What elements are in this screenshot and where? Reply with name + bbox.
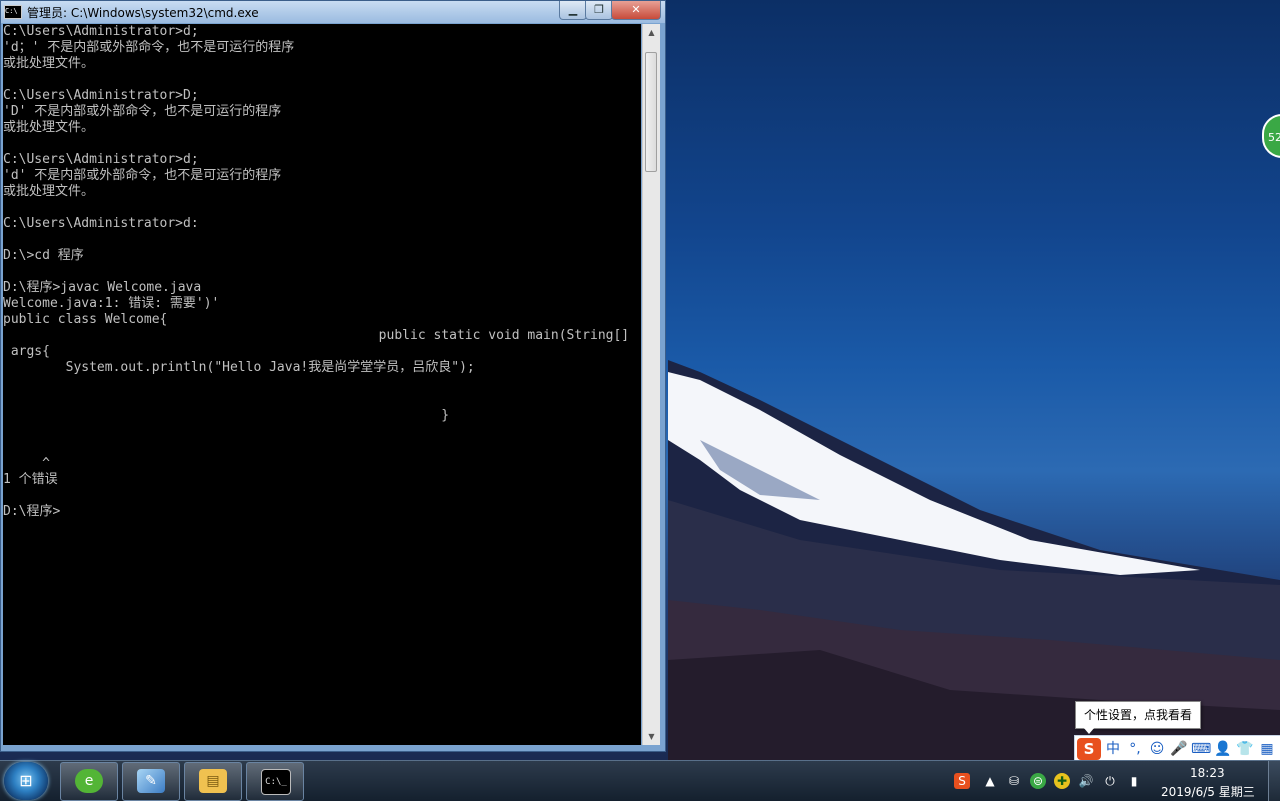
taskbar-app-file-explorer[interactable]: ▤ [184, 762, 242, 801]
scroll-up-arrow-icon[interactable]: ▲ [643, 24, 660, 41]
punctuation-toggle[interactable]: °, [1125, 739, 1145, 759]
console-line: 或批处理文件。 [3, 184, 95, 199]
voice-input-icon[interactable]: 🎤 [1169, 739, 1189, 759]
clock-date[interactable]: 2019/6/5 星期三 [1161, 783, 1255, 800]
console-line: 或批处理文件。 [3, 56, 95, 71]
console-line: 或批处理文件。 [3, 120, 95, 135]
console-line: args{ [3, 344, 50, 359]
console-line: } [3, 408, 450, 423]
network-adapter-icon[interactable]: ⛁ [1006, 773, 1022, 789]
console-line: D:\>cd 程序 [3, 248, 84, 263]
console-line: D:\程序> [3, 504, 61, 519]
toolbox-icon[interactable]: ▦ [1257, 739, 1277, 759]
emoji-icon[interactable]: ☺ [1147, 739, 1167, 759]
keyboard-icon[interactable]: ⌨ [1191, 739, 1211, 759]
console-line: C:\Users\Administrator>d: [3, 216, 199, 231]
scrollbar-thumb[interactable] [645, 52, 657, 172]
console-line: 'd；' 不是内部或外部命令，也不是可运行的程序 [3, 40, 295, 55]
minimize-button[interactable]: ▁ [559, 1, 587, 20]
cmd-icon: C:\ [4, 5, 22, 19]
taskbar-app-cmd[interactable]: C:\_ [246, 762, 304, 801]
taskbar-app-360-browser[interactable]: e [60, 762, 118, 801]
tooltip-pointer [1083, 727, 1095, 734]
close-button[interactable]: ✕ [611, 1, 661, 20]
console-line: public class Welcome{ [3, 312, 168, 327]
notepad-icon: ✎ [137, 769, 165, 793]
console-line: Welcome.java:1: 错误: 需要')' [3, 296, 220, 311]
start-button[interactable]: ⊞ [4, 762, 48, 800]
folder-icon: ▤ [199, 769, 227, 793]
restore-button[interactable]: ❐ [585, 1, 613, 20]
console-line: ^ [3, 456, 50, 471]
network-signal-icon[interactable]: ▮ [1126, 773, 1142, 789]
console-line: 1 个错误 [3, 472, 58, 487]
console-lines: C:\Users\Administrator>d;'d；' 不是内部或外部命令，… [3, 24, 641, 520]
console-line: D:\程序>javac Welcome.java [3, 280, 202, 295]
volume-icon[interactable]: 🔊 [1078, 773, 1094, 789]
clock-time[interactable]: 18:23 [1190, 766, 1225, 780]
360-browser-icon: e [75, 769, 103, 793]
cmd-window: C:\ 管理员: C:\Windows\system32\cmd.exe ▁ ❐… [0, 0, 666, 752]
ime-mode-toggle[interactable]: 中 [1103, 739, 1123, 759]
sogou-logo-icon[interactable]: S [1077, 738, 1101, 760]
console-line: C:\Users\Administrator>d; [3, 24, 199, 39]
window-title: 管理员: C:\Windows\system32\cmd.exe [27, 5, 259, 20]
show-hidden-icons-icon[interactable]: ▲ [982, 773, 998, 789]
console-line: C:\Users\Administrator>D; [3, 88, 199, 103]
vertical-scrollbar[interactable]: ▲ ▼ [642, 24, 660, 745]
user-icon[interactable]: 👤 [1213, 739, 1233, 759]
cmd-icon: C:\_ [261, 769, 291, 795]
console-line: 'D' 不是内部或外部命令，也不是可运行的程序 [3, 104, 282, 119]
sogou-tray-icon[interactable]: S [954, 773, 970, 789]
ime-tooltip: 个性设置，点我看看 [1075, 701, 1201, 729]
console-line: C:\Users\Administrator>d; [3, 152, 199, 167]
ime-toolbar: S 中 °, ☺ 🎤 ⌨ 👤 👕 ▦ [1074, 735, 1280, 763]
scroll-down-arrow-icon[interactable]: ▼ [643, 728, 660, 745]
console-line: 'd' 不是内部或外部命令，也不是可运行的程序 [3, 168, 282, 183]
taskbar: ⊞ e ✎ ▤ C:\_ S ▲ ⛁ ⊜ ✚ 🔊 ⏻ ▮ 18:23 2019/… [0, 760, 1280, 801]
360-guard-icon[interactable]: ⊜ [1030, 773, 1046, 789]
show-desktop-button[interactable] [1268, 761, 1280, 801]
360-plus-icon[interactable]: ✚ [1054, 773, 1070, 789]
console-output[interactable]: C:\Users\Administrator>d;'d；' 不是内部或外部命令，… [3, 24, 641, 745]
console-line: public static void main(String[] [3, 328, 630, 343]
console-line: System.out.println("Hello Java!我是尚学堂学员，吕… [3, 360, 475, 375]
skin-icon[interactable]: 👕 [1235, 739, 1255, 759]
windows-logo-icon: ⊞ [19, 771, 33, 790]
taskbar-app-notepad[interactable]: ✎ [122, 762, 180, 801]
power-icon[interactable]: ⏻ [1102, 773, 1118, 789]
